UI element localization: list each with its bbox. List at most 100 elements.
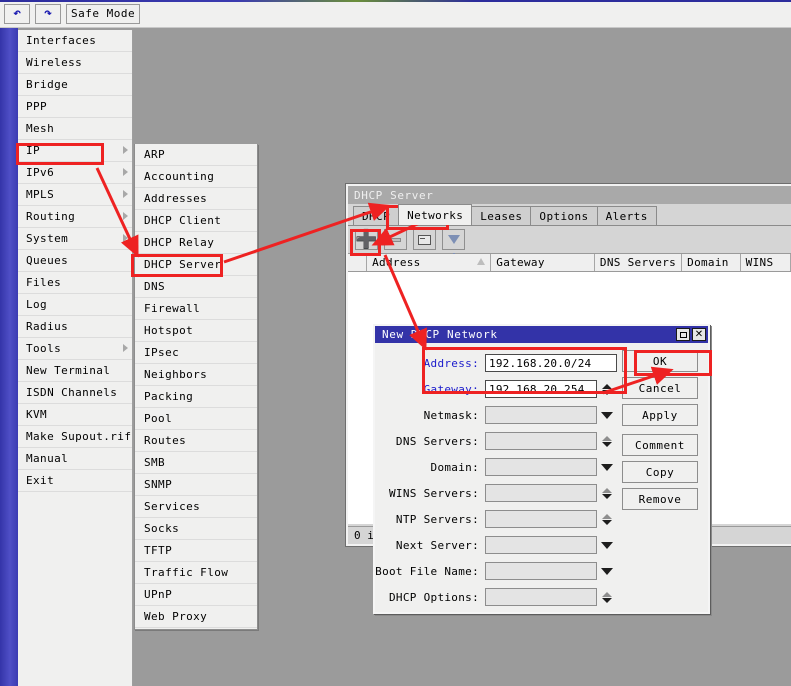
undo-icon[interactable]: ↶	[4, 3, 30, 24]
maximize-icon[interactable]	[676, 328, 690, 341]
comment-button[interactable]: Comment	[621, 434, 698, 456]
submenu-item-label: Addresses	[144, 192, 208, 205]
field-input-dns-servers[interactable]	[485, 432, 597, 450]
submenu-item-dhcp-server[interactable]: DHCP Server	[135, 254, 257, 276]
field-input-dhcp-options[interactable]	[485, 588, 597, 606]
sidebar-item-files[interactable]: Files	[18, 272, 132, 294]
column-header-select[interactable]	[348, 254, 368, 271]
tab-leases[interactable]: Leases	[471, 206, 532, 225]
submenu-item-dhcp-relay[interactable]: DHCP Relay	[135, 232, 257, 254]
stepper-wins-servers[interactable]	[600, 487, 614, 499]
tab-networks[interactable]: Networks	[398, 204, 473, 225]
chevron-down-icon	[601, 541, 613, 549]
sidebar-item-ppp[interactable]: PPP	[18, 96, 132, 118]
column-header-domain[interactable]: Domain	[682, 254, 741, 271]
field-input-netmask[interactable]	[485, 406, 597, 424]
field-input-gateway[interactable]: 192.168.20.254	[485, 380, 597, 398]
dropdown-netmask[interactable]	[600, 411, 614, 419]
sidebar-item-ip[interactable]: IP	[18, 140, 132, 162]
copy-button[interactable]: Copy	[621, 461, 698, 483]
submenu-item-hotspot[interactable]: Hotspot	[135, 320, 257, 342]
sidebar-item-queues[interactable]: Queues	[18, 250, 132, 272]
field-input-wins-servers[interactable]	[485, 484, 597, 502]
remove-button[interactable]: Remove	[621, 488, 698, 510]
submenu-item-packing[interactable]: Packing	[135, 386, 257, 408]
submenu-item-dns[interactable]: DNS	[135, 276, 257, 298]
filter-button[interactable]	[442, 229, 465, 258]
sidebar-item-bridge[interactable]: Bridge	[18, 74, 132, 96]
submenu-item-pool[interactable]: Pool	[135, 408, 257, 430]
submenu-item-upnp[interactable]: UPnP	[135, 584, 257, 606]
field-input-ntp-servers[interactable]	[485, 510, 597, 528]
submenu-item-tftp[interactable]: TFTP	[135, 540, 257, 562]
chevron-up-icon	[602, 435, 612, 441]
sidebar-item-label: Files	[26, 276, 62, 289]
submenu-item-snmp[interactable]: SNMP	[135, 474, 257, 496]
sidebar-item-tools[interactable]: Tools	[18, 338, 132, 360]
sidebar-item-kvm[interactable]: KVM	[18, 404, 132, 426]
chevron-right-icon	[123, 344, 128, 352]
submenu-item-services[interactable]: Services	[135, 496, 257, 518]
remove-minus-button[interactable]	[384, 229, 407, 250]
dropdown-boot-file-name[interactable]	[600, 567, 614, 575]
stepper-gateway[interactable]	[600, 383, 614, 395]
submenu-item-addresses[interactable]: Addresses	[135, 188, 257, 210]
ok-button[interactable]: OK	[621, 350, 698, 372]
submenu-item-routes[interactable]: Routes	[135, 430, 257, 452]
add-plus-button[interactable]: ➕	[355, 229, 378, 250]
cancel-button[interactable]: Cancel	[621, 377, 698, 399]
field-input-domain[interactable]	[485, 458, 597, 476]
redo-icon[interactable]: ↷	[35, 3, 61, 24]
sidebar-item-label: Queues	[26, 254, 69, 267]
sidebar-item-isdn-channels[interactable]: ISDN Channels	[18, 382, 132, 404]
dialog-window-buttons: ✕	[676, 328, 706, 341]
column-header-address[interactable]: Address	[367, 254, 492, 271]
tab-alerts[interactable]: Alerts	[596, 206, 657, 225]
dhcp-networks-column-headers: Address Gateway DNS Servers Domain WINS	[348, 254, 791, 272]
stepper-dhcp-options[interactable]	[600, 591, 614, 603]
field-input-boot-file-name[interactable]	[485, 562, 597, 580]
dhcp-server-tabs: DHCP Networks Leases Options Alerts	[348, 204, 791, 226]
submenu-item-smb[interactable]: SMB	[135, 452, 257, 474]
tab-dhcp[interactable]: DHCP	[353, 206, 400, 225]
submenu-item-traffic-flow[interactable]: Traffic Flow	[135, 562, 257, 584]
comment-folder-button[interactable]	[413, 229, 436, 250]
stepper-dns-servers[interactable]	[600, 435, 614, 447]
sidebar-item-routing[interactable]: Routing	[18, 206, 132, 228]
chevron-down-icon	[602, 389, 612, 395]
field-label-address: Address:	[423, 356, 479, 370]
tab-options[interactable]: Options	[530, 206, 598, 225]
sidebar-item-system[interactable]: System	[18, 228, 132, 250]
submenu-item-firewall[interactable]: Firewall	[135, 298, 257, 320]
column-header-dns-servers[interactable]: DNS Servers	[594, 254, 683, 271]
safe-mode-button[interactable]: Safe Mode	[66, 3, 141, 24]
submenu-item-ipsec[interactable]: IPsec	[135, 342, 257, 364]
close-icon[interactable]: ✕	[692, 328, 706, 341]
sidebar-item-mesh[interactable]: Mesh	[18, 118, 132, 140]
dropdown-domain[interactable]	[600, 463, 614, 471]
submenu-item-socks[interactable]: Socks	[135, 518, 257, 540]
sidebar-item-wireless[interactable]: Wireless	[18, 52, 132, 74]
sidebar-item-manual[interactable]: Manual	[18, 448, 132, 470]
sidebar-item-ipv6[interactable]: IPv6	[18, 162, 132, 184]
submenu-item-accounting[interactable]: Accounting	[135, 166, 257, 188]
stepper-ntp-servers[interactable]	[600, 513, 614, 525]
submenu-item-arp[interactable]: ARP	[135, 144, 257, 166]
sidebar-item-new-terminal[interactable]: New Terminal	[18, 360, 132, 382]
submenu-item-dhcp-client[interactable]: DHCP Client	[135, 210, 257, 232]
sidebar-item-mpls[interactable]: MPLS	[18, 184, 132, 206]
sidebar-item-interfaces[interactable]: Interfaces	[18, 30, 132, 52]
apply-button[interactable]: Apply	[621, 404, 698, 426]
field-input-next-server[interactable]	[485, 536, 597, 554]
dropdown-next-server[interactable]	[600, 541, 614, 549]
sidebar-item-radius[interactable]: Radius	[18, 316, 132, 338]
column-header-gateway[interactable]: Gateway	[491, 254, 595, 271]
sidebar-item-make-supout-rif[interactable]: Make Supout.rif	[18, 426, 132, 448]
dialog-button-column: OK Cancel Apply Comment Copy Remove	[620, 350, 702, 614]
sidebar-item-exit[interactable]: Exit	[18, 470, 132, 492]
submenu-item-neighbors[interactable]: Neighbors	[135, 364, 257, 386]
sidebar-item-log[interactable]: Log	[18, 294, 132, 316]
field-input-address[interactable]: 192.168.20.0/24	[485, 354, 617, 372]
column-header-wins[interactable]: WINS	[740, 254, 791, 271]
submenu-item-web-proxy[interactable]: Web Proxy	[135, 606, 257, 628]
